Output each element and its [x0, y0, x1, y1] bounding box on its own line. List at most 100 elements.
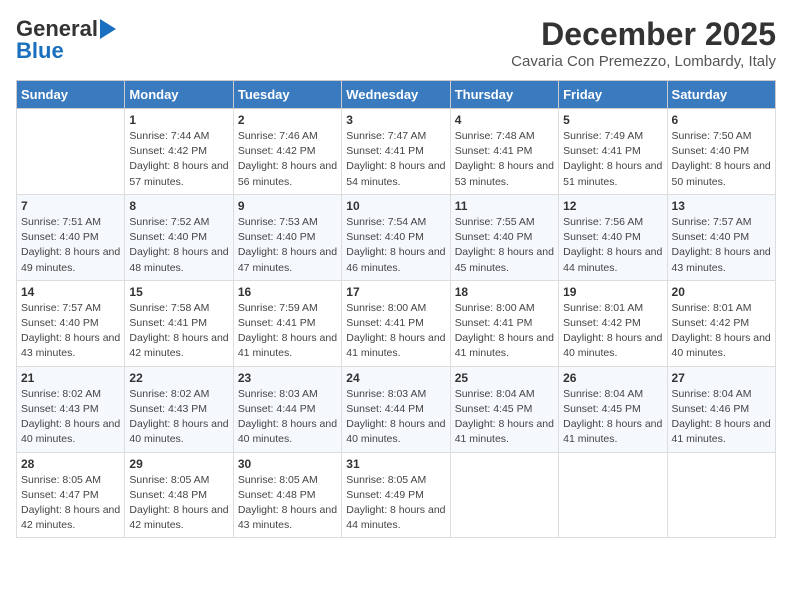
cell-info: Sunrise: 7:52 AMSunset: 4:40 PMDaylight:… [129, 215, 228, 276]
cell-info: Sunrise: 7:57 AMSunset: 4:40 PMDaylight:… [21, 301, 120, 362]
calendar-cell: 11Sunrise: 7:55 AMSunset: 4:40 PMDayligh… [450, 194, 558, 280]
day-number: 21 [21, 371, 120, 385]
calendar-cell: 17Sunrise: 8:00 AMSunset: 4:41 PMDayligh… [342, 280, 450, 366]
cell-info: Sunrise: 8:02 AMSunset: 4:43 PMDaylight:… [129, 387, 228, 448]
cell-info: Sunrise: 7:58 AMSunset: 4:41 PMDaylight:… [129, 301, 228, 362]
calendar-cell [450, 452, 558, 538]
weekday-header-row: SundayMondayTuesdayWednesdayThursdayFrid… [17, 81, 776, 109]
calendar-cell: 19 Sunrise: 8:01 AMSunset: 4:42 PMDayligh… [559, 280, 667, 366]
calendar-cell: 22 Sunrise: 8:02 AMSunset: 4:43 PMDayligh… [125, 366, 233, 452]
day-number: 4 [455, 113, 554, 127]
cell-info: Sunrise: 7:50 AMSunset: 4:40 PMDaylight:… [672, 129, 771, 190]
day-number: 13 [672, 199, 771, 213]
week-row-1: 7 Sunrise: 7:51 AMSunset: 4:40 PMDaylight… [17, 194, 776, 280]
week-row-0: 1 Sunrise: 7:44 AMSunset: 4:42 PMDaylight… [17, 109, 776, 195]
calendar-cell: 23 Sunrise: 8:03 AMSunset: 4:44 PMDayligh… [233, 366, 341, 452]
day-number: 15 [129, 285, 228, 299]
day-number: 31 [346, 457, 445, 471]
calendar-cell: 14 Sunrise: 7:57 AMSunset: 4:40 PMDayligh… [17, 280, 125, 366]
calendar-cell: 12Sunrise: 7:56 AMSunset: 4:40 PMDayligh… [559, 194, 667, 280]
cell-info: Sunrise: 7:54 AMSunset: 4:40 PMDaylight:… [346, 215, 445, 276]
day-number: 22 [129, 371, 228, 385]
day-number: 19 [563, 285, 662, 299]
cell-info: Sunrise: 8:04 AMSunset: 4:46 PMDaylight:… [672, 387, 771, 448]
weekday-header-monday: Monday [125, 81, 233, 109]
day-number: 8 [129, 199, 228, 213]
cell-info: Sunrise: 8:01 AMSunset: 4:42 PMDaylight:… [672, 301, 771, 362]
week-row-2: 14 Sunrise: 7:57 AMSunset: 4:40 PMDayligh… [17, 280, 776, 366]
day-number: 20 [672, 285, 771, 299]
day-number: 16 [238, 285, 337, 299]
day-number: 24 [346, 371, 445, 385]
calendar-cell: 9 Sunrise: 7:53 AMSunset: 4:40 PMDaylight… [233, 194, 341, 280]
day-number: 28 [21, 457, 120, 471]
cell-info: Sunrise: 8:05 AMSunset: 4:48 PMDaylight:… [129, 473, 228, 534]
day-number: 27 [672, 371, 771, 385]
weekday-header-thursday: Thursday [450, 81, 558, 109]
calendar-cell: 18 Sunrise: 8:00 AMSunset: 4:41 PMDayligh… [450, 280, 558, 366]
weekday-header-wednesday: Wednesday [342, 81, 450, 109]
cell-info: Sunrise: 7:53 AMSunset: 4:40 PMDaylight:… [238, 215, 337, 276]
cell-info: Sunrise: 7:49 AMSunset: 4:41 PMDaylight:… [563, 129, 662, 190]
day-number: 30 [238, 457, 337, 471]
calendar-cell: 20 Sunrise: 8:01 AMSunset: 4:42 PMDayligh… [667, 280, 775, 366]
calendar-cell: 27 Sunrise: 8:04 AMSunset: 4:46 PMDayligh… [667, 366, 775, 452]
cell-info: Sunrise: 8:04 AMSunset: 4:45 PMDaylight:… [455, 387, 554, 448]
logo: General Blue [16, 16, 116, 64]
cell-info: Sunrise: 8:03 AMSunset: 4:44 PMDaylight:… [238, 387, 337, 448]
cell-info: Sunrise: 8:03 AMSunset: 4:44 PMDaylight:… [346, 387, 445, 448]
cell-info: Sunrise: 8:02 AMSunset: 4:43 PMDaylight:… [21, 387, 120, 448]
weekday-header-saturday: Saturday [667, 81, 775, 109]
calendar-cell: 7 Sunrise: 7:51 AMSunset: 4:40 PMDaylight… [17, 194, 125, 280]
calendar-cell: 3 Sunrise: 7:47 AMSunset: 4:41 PMDaylight… [342, 109, 450, 195]
page-header: General Blue December 2025 Cavaria Con P… [16, 16, 776, 70]
calendar-cell: 21 Sunrise: 8:02 AMSunset: 4:43 PMDayligh… [17, 366, 125, 452]
day-number: 1 [129, 113, 228, 127]
cell-info: Sunrise: 7:47 AMSunset: 4:41 PMDaylight:… [346, 129, 445, 190]
day-number: 3 [346, 113, 445, 127]
cell-info: Sunrise: 7:57 AMSunset: 4:40 PMDaylight:… [672, 215, 771, 276]
day-number: 12 [563, 199, 662, 213]
day-number: 9 [238, 199, 337, 213]
cell-info: Sunrise: 8:01 AMSunset: 4:42 PMDaylight:… [563, 301, 662, 362]
day-number: 23 [238, 371, 337, 385]
day-number: 10 [346, 199, 445, 213]
logo-blue: Blue [16, 38, 64, 64]
cell-info: Sunrise: 8:00 AMSunset: 4:41 PMDaylight:… [346, 301, 445, 362]
calendar-cell [667, 452, 775, 538]
calendar-cell: 4 Sunrise: 7:48 AMSunset: 4:41 PMDaylight… [450, 109, 558, 195]
calendar-cell: 10 Sunrise: 7:54 AMSunset: 4:40 PMDayligh… [342, 194, 450, 280]
calendar-cell: 2 Sunrise: 7:46 AMSunset: 4:42 PMDaylight… [233, 109, 341, 195]
week-row-3: 21 Sunrise: 8:02 AMSunset: 4:43 PMDayligh… [17, 366, 776, 452]
calendar-cell: 28 Sunrise: 8:05 AMSunset: 4:47 PMDayligh… [17, 452, 125, 538]
day-number: 14 [21, 285, 120, 299]
calendar-subtitle: Cavaria Con Premezzo, Lombardy, Italy [511, 53, 776, 70]
cell-info: Sunrise: 8:05 AMSunset: 4:48 PMDaylight:… [238, 473, 337, 534]
calendar-cell [559, 452, 667, 538]
cell-info: Sunrise: 8:04 AMSunset: 4:45 PMDaylight:… [563, 387, 662, 448]
calendar-cell: 26Sunrise: 8:04 AMSunset: 4:45 PMDayligh… [559, 366, 667, 452]
day-number: 11 [455, 199, 554, 213]
calendar-title: December 2025 [511, 16, 776, 53]
calendar-cell [17, 109, 125, 195]
cell-info: Sunrise: 7:48 AMSunset: 4:41 PMDaylight:… [455, 129, 554, 190]
weekday-header-sunday: Sunday [17, 81, 125, 109]
cell-info: Sunrise: 7:46 AMSunset: 4:42 PMDaylight:… [238, 129, 337, 190]
cell-info: Sunrise: 8:05 AMSunset: 4:47 PMDaylight:… [21, 473, 120, 534]
cell-info: Sunrise: 7:59 AMSunset: 4:41 PMDaylight:… [238, 301, 337, 362]
day-number: 7 [21, 199, 120, 213]
cell-info: Sunrise: 7:44 AMSunset: 4:42 PMDaylight:… [129, 129, 228, 190]
calendar-cell: 16 Sunrise: 7:59 AMSunset: 4:41 PMDayligh… [233, 280, 341, 366]
calendar-cell: 8 Sunrise: 7:52 AMSunset: 4:40 PMDaylight… [125, 194, 233, 280]
calendar-cell: 29Sunrise: 8:05 AMSunset: 4:48 PMDayligh… [125, 452, 233, 538]
calendar-cell: 6Sunrise: 7:50 AMSunset: 4:40 PMDaylight… [667, 109, 775, 195]
day-number: 2 [238, 113, 337, 127]
day-number: 5 [563, 113, 662, 127]
day-number: 18 [455, 285, 554, 299]
calendar-cell: 1 Sunrise: 7:44 AMSunset: 4:42 PMDaylight… [125, 109, 233, 195]
day-number: 25 [455, 371, 554, 385]
calendar-cell: 31Sunrise: 8:05 AMSunset: 4:49 PMDayligh… [342, 452, 450, 538]
cell-info: Sunrise: 7:51 AMSunset: 4:40 PMDaylight:… [21, 215, 120, 276]
cell-info: Sunrise: 8:00 AMSunset: 4:41 PMDaylight:… [455, 301, 554, 362]
calendar-cell: 30 Sunrise: 8:05 AMSunset: 4:48 PMDayligh… [233, 452, 341, 538]
